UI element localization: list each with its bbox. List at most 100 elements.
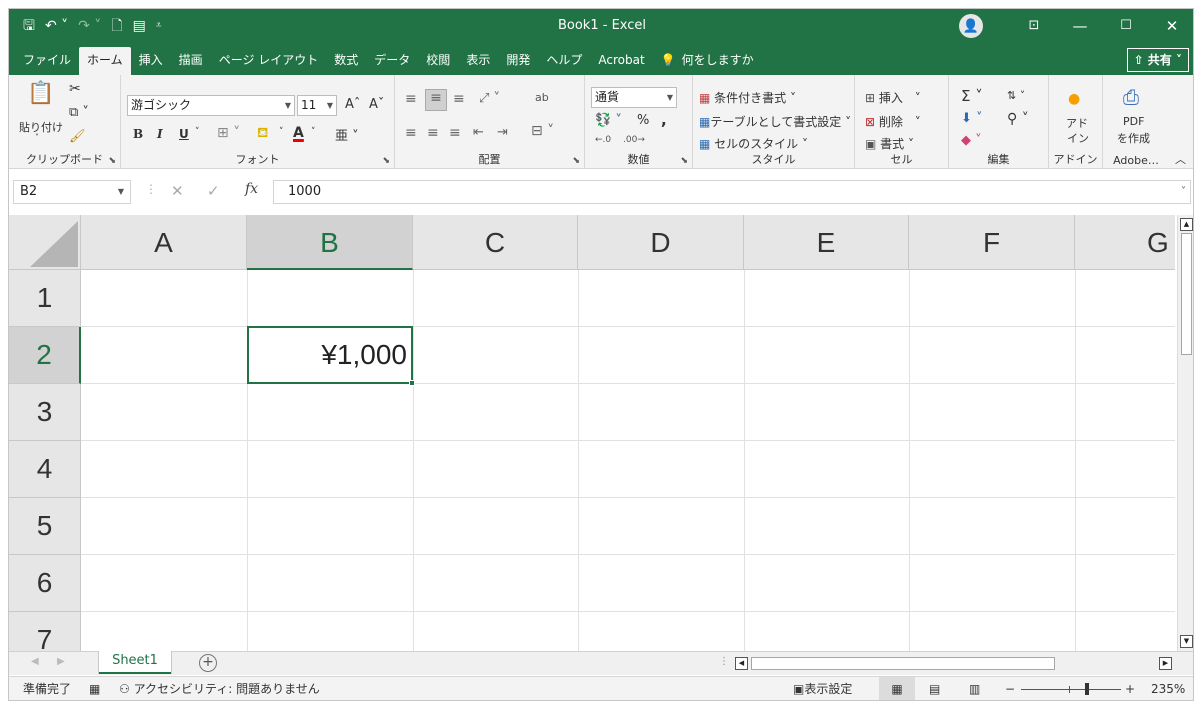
expand-formula-icon[interactable]: ˅ <box>1181 181 1186 203</box>
font-color-button[interactable]: A <box>293 125 304 141</box>
shrink-font-button[interactable]: Aˇ <box>369 97 384 112</box>
align-bottom-icon[interactable]: ≡ <box>453 91 465 107</box>
zoom-out-button[interactable]: − <box>1005 677 1015 700</box>
row-header-2[interactable]: 2 <box>9 327 81 384</box>
create-pdf-line1[interactable]: PDF <box>1123 115 1144 128</box>
tab-developer[interactable]: 開発 <box>498 47 538 75</box>
cancel-icon[interactable]: ✕ <box>171 182 184 200</box>
undo-icon[interactable]: ↶ ˅ <box>45 9 68 43</box>
row-header-7[interactable]: 7 <box>9 612 81 651</box>
accessibility-status[interactable]: ⚇ アクセシビリティ: 問題ありません <box>119 677 320 700</box>
worksheet-grid[interactable]: A B C D E F G 1 2 3 4 5 6 7 ¥1,000 <box>9 215 1175 651</box>
font-name-combo[interactable]: 游ゴシック ▼ <box>127 95 295 116</box>
borders-icon[interactable]: ⊞ ˅ <box>217 125 240 141</box>
vertical-scroll-thumb[interactable] <box>1181 233 1192 355</box>
copy-icon[interactable]: ⧉ ˅ <box>69 105 89 120</box>
tab-insert[interactable]: 挿入 <box>131 47 171 75</box>
new-file-icon[interactable]: 🗋 <box>111 9 122 43</box>
addins-line2[interactable]: イン <box>1067 130 1089 146</box>
scroll-up-icon[interactable]: ▲ <box>1180 218 1193 231</box>
format-as-table-button[interactable]: ▦テーブルとして書式設定 ˅ <box>699 113 851 130</box>
tell-me-search[interactable]: 💡 何をしますか <box>653 47 762 75</box>
row-header-4[interactable]: 4 <box>9 441 81 498</box>
increase-decimal-icon[interactable]: ←.0 <box>595 135 611 145</box>
cell-b2[interactable]: ¥1,000 <box>247 326 415 386</box>
align-middle-icon[interactable]: ≡ <box>425 89 447 111</box>
cut-icon[interactable]: ✂ <box>69 81 81 97</box>
collapse-ribbon-icon[interactable]: ︿ <box>1175 151 1186 167</box>
paste-icon[interactable]: 📋 <box>27 81 54 106</box>
dialog-launcher-icon[interactable]: ⬊ <box>108 156 116 166</box>
save-icon[interactable]: 🖫 <box>23 9 35 43</box>
autosum-icon[interactable]: Σ ˅ <box>961 87 983 105</box>
fill-color-icon[interactable]: ⛾ <box>257 125 268 143</box>
column-header-f[interactable]: F <box>909 215 1075 270</box>
merge-center-icon[interactable]: ⊟ ˅ <box>531 123 554 139</box>
row-header-6[interactable]: 6 <box>9 555 81 612</box>
clear-icon[interactable]: ◆ ˅ <box>961 133 982 148</box>
scroll-right-icon[interactable]: ▶ <box>1159 657 1172 670</box>
sort-filter-icon[interactable]: ⇅ ˅ <box>1007 89 1025 102</box>
next-sheet-icon[interactable]: ▶ <box>57 656 65 667</box>
display-settings-button[interactable]: ▣表示設定 <box>793 677 852 700</box>
zoom-in-button[interactable]: + <box>1125 677 1135 700</box>
dialog-launcher-icon[interactable]: ⬊ <box>572 156 580 166</box>
accounting-format-icon[interactable]: 💱 ˅ <box>595 113 622 128</box>
tab-draw[interactable]: 描画 <box>171 47 211 75</box>
enter-icon[interactable]: ✓ <box>207 182 220 200</box>
cell-styles-button[interactable]: ▦ セルのスタイル ˅ <box>699 135 808 152</box>
pdf-icon[interactable]: ⎙ <box>1123 85 1139 109</box>
scroll-down-icon[interactable]: ▼ <box>1180 635 1193 648</box>
align-center-icon[interactable]: ≡ <box>427 125 439 141</box>
prev-sheet-icon[interactable]: ◀ <box>31 656 39 667</box>
page-break-view-icon[interactable]: ▥ <box>969 677 980 700</box>
scroll-left-icon[interactable]: ◀ <box>735 657 748 670</box>
macro-record-icon[interactable]: ▦ <box>89 677 100 700</box>
wrap-text-button[interactable]: ab <box>535 91 549 104</box>
account-avatar-icon[interactable]: 👤 <box>959 14 983 38</box>
conditional-formatting-button[interactable]: ▦ 条件付き書式 ˅ <box>699 89 796 106</box>
share-button[interactable]: ⇧ 共有 ˅ <box>1126 48 1189 72</box>
select-all-button[interactable] <box>9 215 81 270</box>
orientation-icon[interactable]: ⤢ ˅ <box>479 91 500 106</box>
row-header-1[interactable]: 1 <box>9 270 81 327</box>
format-cells-button[interactable]: ▣ 書式 ˅ <box>865 135 914 152</box>
row-header-5[interactable]: 5 <box>9 498 81 555</box>
zoom-slider-knob[interactable] <box>1085 683 1089 695</box>
align-left-icon[interactable]: ≡ <box>405 125 417 141</box>
sheet-tab-sheet1[interactable]: Sheet1 <box>99 651 171 674</box>
customize-qat-icon[interactable]: ⩡ <box>156 9 162 43</box>
font-size-combo[interactable]: 11 ▼ <box>297 95 337 116</box>
name-box[interactable]: B2 ▼ <box>13 180 131 204</box>
insert-cells-button[interactable]: ⊞ 挿入 ˅ <box>865 89 921 106</box>
number-format-combo[interactable]: 通貨 ▼ <box>591 87 677 108</box>
create-pdf-line2[interactable]: を作成 <box>1117 130 1150 146</box>
fill-down-icon[interactable]: ⬇ ˅ <box>961 111 983 126</box>
addins-line1[interactable]: アド <box>1066 115 1088 131</box>
comma-style-button[interactable]: , <box>661 111 667 129</box>
tab-view[interactable]: 表示 <box>458 47 498 75</box>
column-header-d[interactable]: D <box>578 215 744 270</box>
decrease-indent-icon[interactable]: ⇤ <box>473 125 484 140</box>
dialog-launcher-icon[interactable]: ⬊ <box>382 156 390 166</box>
horizontal-scroll-thumb[interactable] <box>751 657 1055 670</box>
ribbon-display-icon[interactable]: ⊡ <box>1011 9 1057 43</box>
page-layout-view-icon[interactable]: ▤ <box>929 677 940 700</box>
paste-button[interactable]: 貼り付け <box>19 119 63 135</box>
close-icon[interactable]: ✕ <box>1149 9 1193 43</box>
increase-indent-icon[interactable]: ⇥ <box>497 125 508 140</box>
tab-page-layout[interactable]: ページ レイアウト <box>211 47 327 75</box>
form-icon[interactable]: ▤ <box>133 9 146 43</box>
column-header-a[interactable]: A <box>81 215 247 270</box>
dialog-launcher-icon[interactable]: ⬊ <box>680 156 688 166</box>
zoom-slider-track[interactable] <box>1021 689 1121 690</box>
tab-help[interactable]: ヘルプ <box>538 47 590 75</box>
horizontal-scrollbar[interactable]: ◀ ▶ <box>735 656 1175 671</box>
column-header-b[interactable]: B <box>247 215 413 270</box>
grow-font-button[interactable]: Aˆ <box>345 97 360 112</box>
formula-input[interactable]: 1000 ˅ <box>273 180 1191 204</box>
delete-cells-button[interactable]: ⊠ 削除 ˅ <box>865 113 921 130</box>
decrease-decimal-icon[interactable]: .00→ <box>623 135 645 145</box>
format-painter-icon[interactable]: 🖌 <box>69 129 86 144</box>
zoom-level[interactable]: 235% <box>1151 677 1185 700</box>
